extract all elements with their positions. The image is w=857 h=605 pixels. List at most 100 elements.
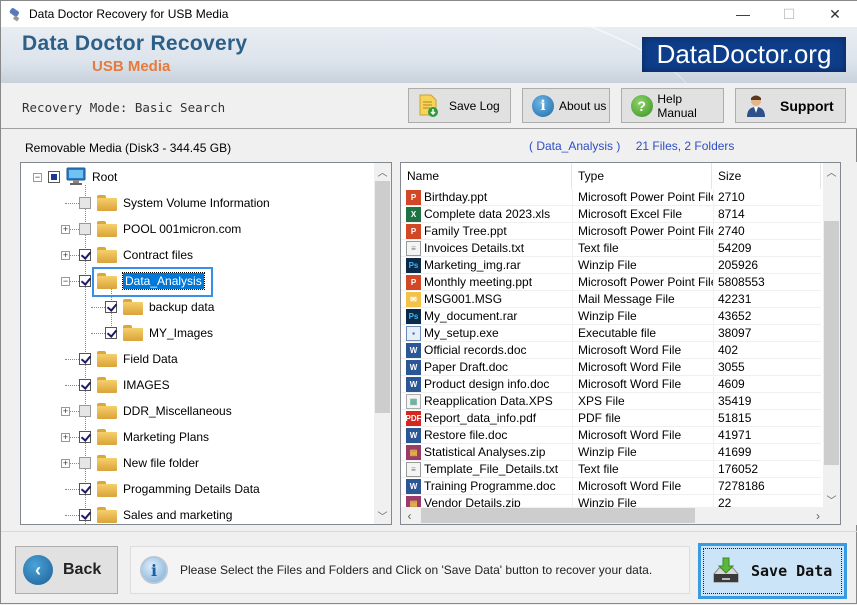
tree-item-checkbox[interactable] [105, 327, 117, 339]
tree-item-checkbox[interactable] [105, 301, 117, 313]
file-row[interactable]: ▦ Reapplication Data.XPS XPS File 35419 [401, 392, 821, 410]
file-size: 3055 [713, 358, 821, 376]
scroll-left-icon[interactable]: ‹ [401, 509, 418, 523]
file-row[interactable]: PDF Report_data_info.pdf PDF file 51815 [401, 409, 821, 427]
file-name: Paper Draft.doc [424, 360, 509, 374]
save-log-button[interactable]: Save Log [408, 88, 511, 123]
scroll-right-icon[interactable]: › [816, 509, 820, 523]
scroll-down-icon[interactable]: ﹀ [823, 491, 840, 508]
file-row[interactable]: W Official records.doc Microsoft Word File… [401, 341, 821, 359]
file-type: Microsoft Word File [572, 477, 713, 495]
tree-item-checkbox[interactable] [79, 405, 91, 417]
root-checkbox[interactable] [48, 171, 60, 183]
file-size: 42231 [713, 290, 821, 308]
back-arrow-icon: ‹ [23, 555, 53, 585]
save-data-button[interactable]: Save Data [698, 543, 847, 599]
column-header-type[interactable]: Type [572, 163, 712, 189]
tree-item[interactable]: IMAGES [79, 375, 170, 395]
file-list[interactable]: Name Type Size P Birthday.ppt Microsoft Po… [400, 162, 841, 525]
expand-icon[interactable]: + [61, 459, 70, 468]
tree-item[interactable]: POOL 001micron.com [79, 219, 241, 239]
tree-item-checkbox[interactable] [79, 249, 91, 261]
file-row[interactable]: Ps My_document.rar Winzip File 43652 [401, 307, 821, 325]
collapse-icon[interactable]: − [33, 172, 42, 182]
tree-item[interactable]: System Volume Information [79, 193, 270, 213]
tree-item-checkbox[interactable] [79, 509, 91, 521]
list-vertical-scrollbar[interactable]: ︿ ﹀ [823, 163, 840, 508]
file-size: 38097 [713, 324, 821, 342]
file-row[interactable]: ✉ MSG001.MSG Mail Message File 42231 [401, 290, 821, 308]
tree-item[interactable]: Marketing Plans [79, 427, 209, 447]
tree-item[interactable]: Progamming Details Data [79, 479, 260, 499]
tree-item[interactable]: Sales and marketing [79, 505, 232, 524]
tree-item[interactable]: backup data [105, 297, 214, 317]
expand-icon[interactable]: + [61, 407, 70, 416]
file-size: 35419 [713, 392, 821, 410]
tree-item[interactable]: MY_Images [105, 323, 213, 343]
folder-icon [97, 429, 117, 445]
close-button[interactable]: ✕ [812, 1, 857, 27]
file-row[interactable]: P Family Tree.ppt Microsoft Power Point Fi… [401, 222, 821, 240]
file-name: Training Programme.doc [424, 479, 556, 493]
file-row[interactable]: ▤ Statistical Analyses.zip Winzip File 4169… [401, 443, 821, 461]
tree-item[interactable]: New file folder [79, 453, 199, 473]
powerpoint-file-icon: P [406, 189, 421, 205]
file-row[interactable]: W Paper Draft.doc Microsoft Word File 3055 [401, 358, 821, 376]
file-row[interactable]: W Training Programme.doc Microsoft Word Fi… [401, 477, 821, 495]
scroll-up-icon[interactable]: ︿ [823, 163, 840, 180]
scroll-up-icon[interactable]: ︿ [374, 163, 391, 180]
tree-item-checkbox[interactable] [79, 379, 91, 391]
expand-icon[interactable]: + [61, 433, 70, 442]
file-size: 54209 [713, 239, 821, 257]
file-row[interactable]: W Product design info.doc Microsoft Word F… [401, 375, 821, 393]
folder-icon [97, 351, 117, 367]
back-button[interactable]: ‹ Back [15, 546, 118, 594]
list-horizontal-scrollbar[interactable]: ‹ › [401, 507, 840, 524]
file-row[interactable]: ≡ Template_File_Details.txt Text file 17605… [401, 460, 821, 478]
product-subtitle: USB Media [92, 58, 171, 75]
about-us-button[interactable]: i About us [522, 88, 610, 123]
tree-item[interactable]: Field Data [79, 349, 178, 369]
file-row[interactable]: P Birthday.ppt Microsoft Power Point File 2… [401, 188, 821, 206]
bottom-bar: ‹ Back i Please Select the Files and Fol… [1, 531, 857, 605]
file-row[interactable]: W Restore file.doc Microsoft Word File 4197… [401, 426, 821, 444]
scroll-thumb[interactable] [421, 508, 695, 523]
tree-root[interactable]: − Root [33, 167, 117, 187]
tree-item[interactable]: Contract files [79, 245, 193, 265]
tree-item-checkbox[interactable] [79, 197, 91, 209]
tree-vertical-scrollbar[interactable]: ︿ ﹀ [374, 163, 391, 524]
tree-item[interactable]: DDR_Miscellaneous [79, 401, 232, 421]
file-row[interactable]: X Complete data 2023.xls Microsoft Excel F… [401, 205, 821, 223]
file-row[interactable]: ≡ Invoices Details.txt Text file 54209 [401, 239, 821, 257]
file-size: 4609 [713, 375, 821, 393]
collapse-icon[interactable]: − [61, 277, 70, 286]
minimize-button[interactable]: — [720, 1, 766, 27]
powerpoint-file-icon: P [406, 274, 421, 290]
datadoctor-logo[interactable]: DataDoctor.org [642, 37, 846, 72]
tree-item-checkbox[interactable] [79, 223, 91, 235]
maximize-icon: ☐ [782, 5, 796, 22]
file-name: Birthday.ppt [424, 190, 488, 204]
expand-icon[interactable]: + [61, 225, 70, 234]
help-manual-button[interactable]: ? Help Manual [621, 88, 724, 123]
tree-item-checkbox[interactable] [79, 275, 91, 287]
file-type: Microsoft Power Point File [572, 273, 713, 291]
expand-icon[interactable]: + [61, 251, 70, 260]
tree-item-checkbox[interactable] [79, 457, 91, 469]
computer-icon [66, 167, 86, 188]
tree-item-checkbox[interactable] [79, 483, 91, 495]
column-header-name[interactable]: Name [401, 163, 572, 189]
file-row[interactable]: P Monthly meeting.ppt Microsoft Power Poin… [401, 273, 821, 291]
file-row[interactable]: ▪ My_setup.exe Executable file 38097 [401, 324, 821, 342]
support-button[interactable]: Support [735, 88, 846, 123]
folder-tree[interactable]: − Root System Volume Information + POOL 00… [20, 162, 392, 525]
column-header-size[interactable]: Size [712, 163, 821, 189]
scroll-thumb[interactable] [824, 221, 839, 465]
scroll-thumb[interactable] [375, 181, 390, 413]
tree-item-checkbox[interactable] [79, 353, 91, 365]
tree-item-label: Root [92, 170, 118, 184]
file-row[interactable]: Ps Marketing_img.rar Winzip File 205926 [401, 256, 821, 274]
maximize-button[interactable]: ☐ [766, 1, 812, 27]
tree-item-checkbox[interactable] [79, 431, 91, 443]
scroll-down-icon[interactable]: ﹀ [374, 507, 391, 524]
